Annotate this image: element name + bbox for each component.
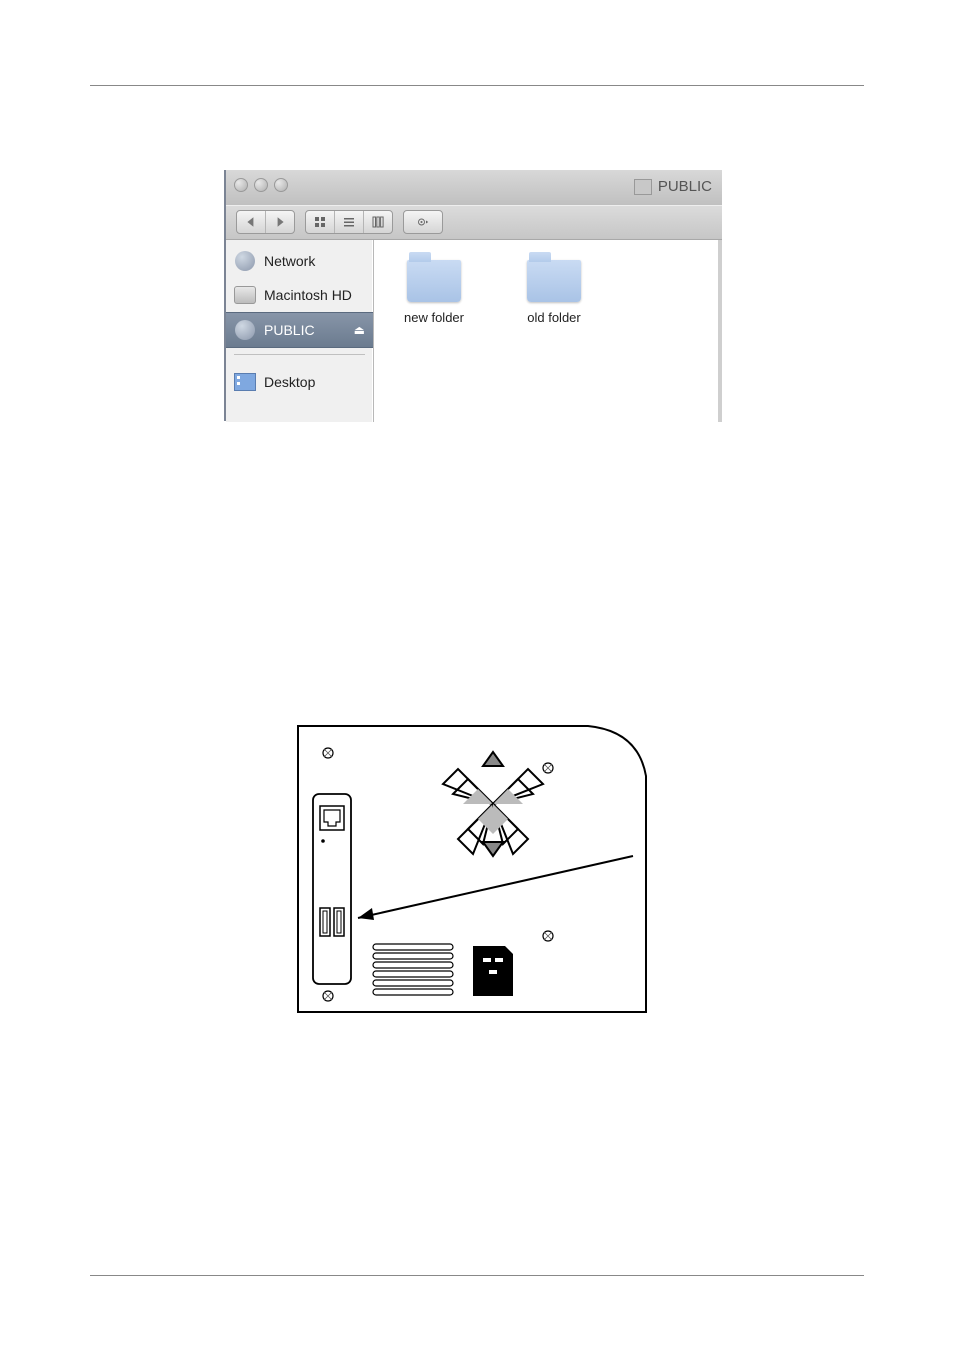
minimize-icon[interactable] <box>254 178 268 192</box>
window-title: PUBLIC <box>634 178 712 195</box>
sidebar-item-label: PUBLIC <box>264 322 315 338</box>
forward-button[interactable] <box>266 211 294 233</box>
icon-view-button[interactable] <box>306 211 335 233</box>
volume-icon <box>634 179 652 195</box>
list-view-button[interactable] <box>335 211 364 233</box>
finder-window: PUBLIC <box>224 170 722 421</box>
document-page: PUBLIC <box>0 0 954 1352</box>
rear-panel-diagram <box>278 706 668 1032</box>
folder-item[interactable]: old folder <box>514 260 594 325</box>
folder-icon <box>407 260 461 302</box>
sidebar-item-label: Desktop <box>264 374 315 390</box>
action-segment[interactable] <box>403 210 443 234</box>
sidebar-item-public[interactable]: PUBLIC ⏏ <box>226 312 373 348</box>
window-controls[interactable] <box>234 178 288 192</box>
footer-rule <box>90 1275 864 1276</box>
sidebar-separator <box>234 354 365 365</box>
sidebar-item-desktop[interactable]: Desktop <box>226 365 373 399</box>
finder-toolbar <box>226 205 722 240</box>
folder-icon <box>527 260 581 302</box>
finder-body: Network Macintosh HD PUBLIC ⏏ Desktop <box>226 240 722 422</box>
desktop-icon <box>234 371 256 393</box>
folder-label: new folder <box>394 310 474 325</box>
eject-icon[interactable]: ⏏ <box>354 323 365 337</box>
network-icon <box>234 250 256 272</box>
header-rule <box>90 85 864 86</box>
page-footer <box>90 1275 864 1292</box>
network-volume-icon <box>234 319 256 341</box>
finder-sidebar: Network Macintosh HD PUBLIC ⏏ Desktop <box>226 240 374 422</box>
finder-content[interactable]: new folder old folder <box>374 240 722 422</box>
nav-segment[interactable] <box>236 210 295 234</box>
window-title-label: PUBLIC <box>658 178 712 195</box>
hd-icon <box>234 284 256 306</box>
sidebar-item-label: Macintosh HD <box>264 287 352 303</box>
folder-item[interactable]: new folder <box>394 260 474 325</box>
zoom-icon[interactable] <box>274 178 288 192</box>
action-menu-button[interactable] <box>404 211 442 233</box>
sidebar-item-network[interactable]: Network <box>226 244 373 278</box>
back-button[interactable] <box>237 211 266 233</box>
column-view-button[interactable] <box>364 211 392 233</box>
sidebar-item-macintosh-hd[interactable]: Macintosh HD <box>226 278 373 312</box>
folder-label: old folder <box>514 310 594 325</box>
sidebar-item-label: Network <box>264 253 315 269</box>
close-icon[interactable] <box>234 178 248 192</box>
view-segment[interactable] <box>305 210 393 234</box>
finder-titlebar: PUBLIC <box>226 170 722 205</box>
